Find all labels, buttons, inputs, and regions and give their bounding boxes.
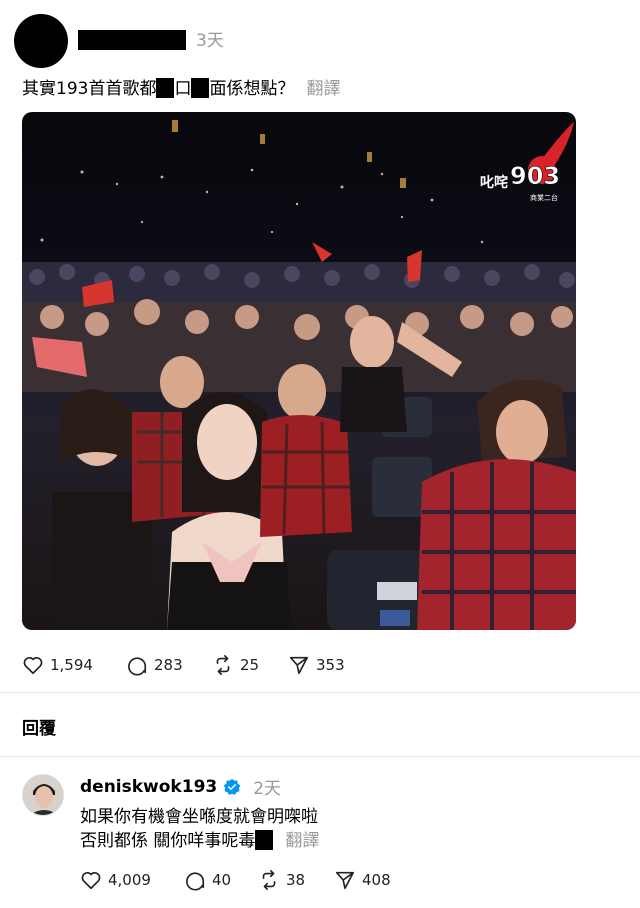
like-button[interactable]: 1,594 <box>22 654 93 676</box>
like-button[interactable]: 4,009 <box>80 869 151 891</box>
reply-username[interactable]: deniskwok193 2天 <box>80 774 282 800</box>
reply-actions: 4,009 40 38 408 <box>80 869 580 893</box>
post-text-part: 其實193首首歌都 <box>22 79 157 99</box>
reply-timestamp: 2天 <box>253 779 282 799</box>
share-icon <box>289 656 309 675</box>
avatar[interactable] <box>14 14 68 68</box>
verified-icon <box>223 778 241 795</box>
redaction-block <box>191 78 210 98</box>
share-button[interactable]: 353 <box>288 654 345 676</box>
like-count: 4,009 <box>108 871 151 889</box>
heart-icon <box>81 872 101 890</box>
share-icon <box>335 871 355 890</box>
repost-count: 38 <box>286 871 306 889</box>
heart-icon <box>23 657 43 675</box>
reply-text: 如果你有機會坐喺度就會明㗎啦 否則都係 關你咩事呢毒 翻譯 <box>80 805 319 853</box>
repost-button[interactable]: 38 <box>258 869 305 891</box>
comment-icon <box>128 657 147 676</box>
post-video[interactable]: 叱咤 903 商業二台 <box>22 112 576 630</box>
username-redacted[interactable] <box>78 30 186 50</box>
radio-logo-number: 903 <box>510 162 560 190</box>
post-actions: 1,594 283 25 353 <box>22 654 582 678</box>
translate-link[interactable]: 翻譯 <box>285 831 319 851</box>
share-button[interactable]: 408 <box>334 869 391 891</box>
share-count: 408 <box>362 871 391 889</box>
radio-logo-subtext: 商業二台 <box>530 193 558 202</box>
repost-icon <box>216 655 230 675</box>
translate-link[interactable]: 翻譯 <box>306 79 340 99</box>
avatar-photo <box>23 775 63 815</box>
reply-text-line: 否則都係 關你咩事呢毒 翻譯 <box>80 829 319 853</box>
comment-button[interactable]: 283 <box>126 654 183 676</box>
reply-text-part: 否則都係 關你咩事呢毒 <box>80 831 256 851</box>
comment-count: 40 <box>212 871 232 889</box>
repost-count: 25 <box>240 656 260 674</box>
like-count: 1,594 <box>50 656 93 674</box>
post-header: 3天 <box>14 14 614 68</box>
post-text-part: 口 <box>174 79 192 99</box>
replies-section-title[interactable]: 回覆 <box>22 714 56 739</box>
concert-audience-image: 叱咤 903 商業二台 <box>22 120 576 630</box>
share-count: 353 <box>316 656 345 674</box>
radio-logo-text: 叱咤 <box>480 174 508 191</box>
redaction-block <box>255 830 274 850</box>
comment-icon <box>186 872 205 891</box>
reply-avatar[interactable] <box>22 774 64 816</box>
divider <box>0 756 640 757</box>
divider <box>0 692 640 693</box>
reply-text-line: 如果你有機會坐喺度就會明㗎啦 <box>80 807 318 827</box>
comment-button[interactable]: 40 <box>184 869 231 891</box>
post-text-part: 面係想點？ <box>209 79 295 99</box>
redaction-block <box>156 78 175 98</box>
post-text: 其實193首首歌都口面係想點？ 翻譯 <box>22 78 340 100</box>
repost-icon <box>262 870 276 890</box>
repost-button[interactable]: 25 <box>212 654 259 676</box>
post-timestamp: 3天 <box>196 31 224 51</box>
comment-count: 283 <box>154 656 183 674</box>
reply-username-text: deniskwok193 <box>80 776 218 797</box>
